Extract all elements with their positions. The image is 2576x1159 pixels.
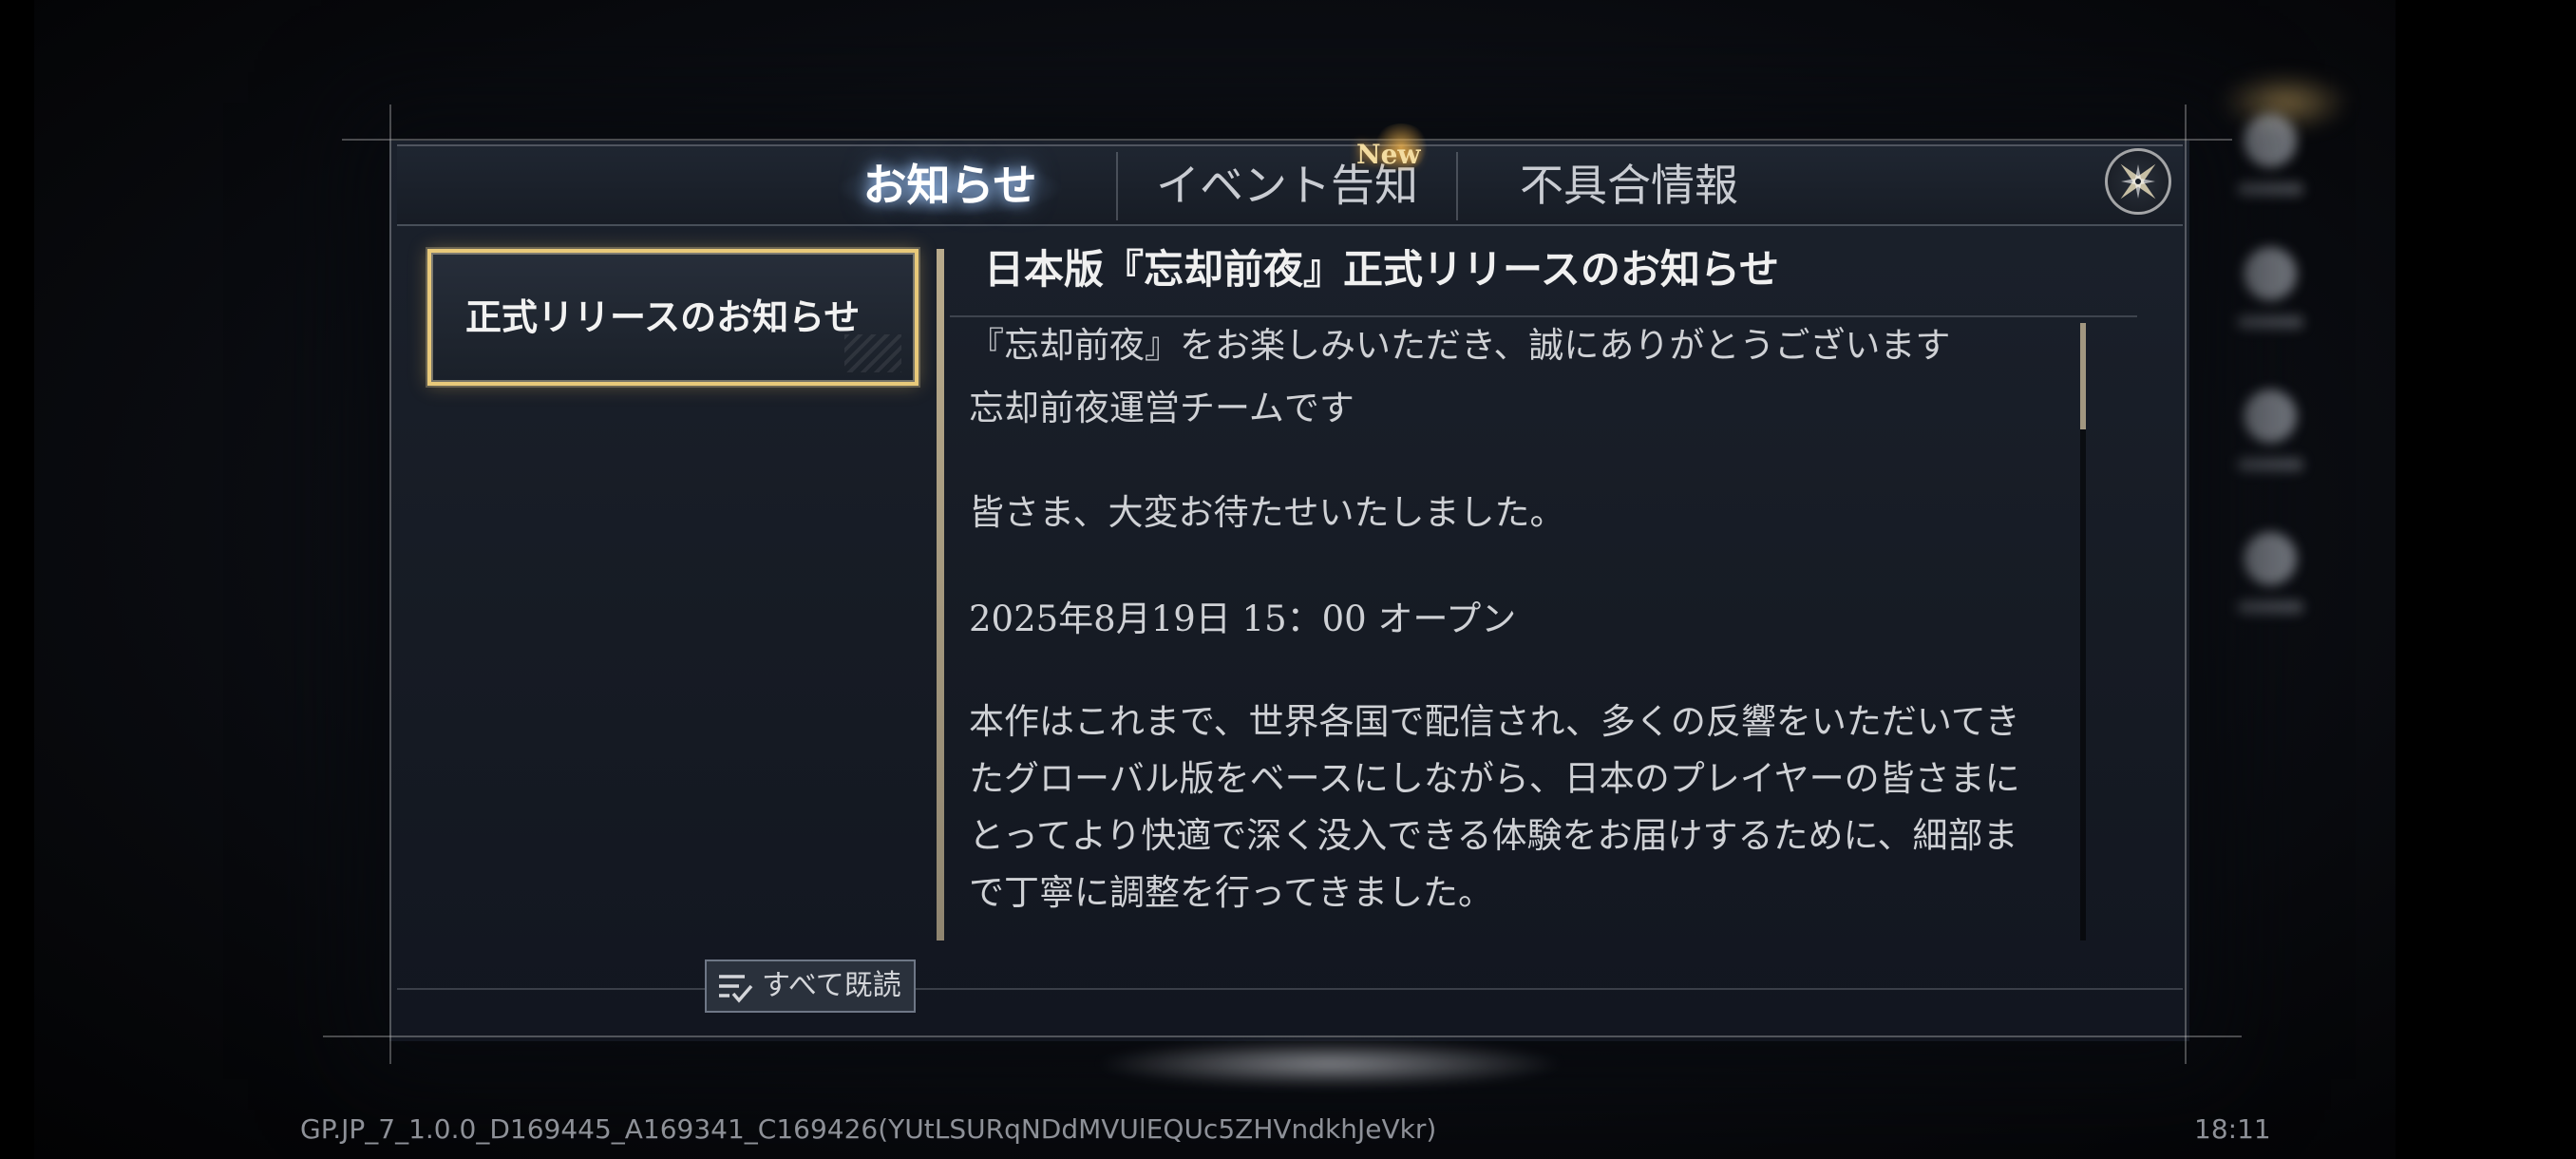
content-divider [937, 249, 944, 940]
side-menu-item [2223, 114, 2318, 218]
bottom-light-glow [1092, 1040, 1567, 1088]
clock-time: 18:11 [2194, 1113, 2271, 1145]
letterbox-left [0, 0, 34, 1159]
frame-left-line [389, 104, 391, 1064]
article-line: 『忘却前夜』をお楽しみいただき、誠にありがとうございます [969, 325, 1951, 366]
side-menu-item [2223, 532, 2318, 636]
version-string: GP.JP_7_1.0.0_D169445_A169341_C169426(YU… [300, 1113, 1437, 1145]
article-line: 本作はこれまで、世界各国で配信され、多くの反響をいただいてき [969, 701, 2020, 742]
article-scrollbar-thumb[interactable] [2080, 323, 2086, 429]
side-menu-item [2223, 390, 2318, 494]
frame-right-line [2185, 104, 2187, 1064]
compass-close-icon [2120, 163, 2156, 200]
game-screen: お知らせ イベント告知 New 不具合情報 正式リリースのお知らせ 日本版『忘却… [0, 0, 2576, 1159]
article-line: 皆さま、大変お待たせいたしました。 [969, 492, 1565, 533]
mark-all-read-button[interactable]: すべて既読 [705, 960, 916, 1013]
tab-separator [1116, 152, 1118, 220]
tab-notices[interactable]: お知らせ [836, 152, 1064, 218]
article-line: とってより快適で深く没入できる体験をお届けするために、細部ま [969, 815, 2018, 856]
article-line: たグローバル版をベースにしながら、日本のプレイヤーの皆さまに [969, 758, 2020, 799]
notice-list-item-release[interactable]: 正式リリースのお知らせ [427, 249, 919, 386]
article-body[interactable]: 『忘却前夜』をお楽しみいただき、誠にありがとうございます 忘却前夜運営チームです… [969, 314, 2071, 940]
bottom-divider [397, 988, 2183, 990]
mark-all-read-label: すべて既読 [762, 969, 901, 1002]
article-line: 忘却前夜運営チームです [969, 388, 1354, 428]
read-all-icon [719, 975, 753, 1003]
list-item-stripe-decoration [844, 334, 901, 372]
side-menu-item [2223, 247, 2318, 352]
list-item-label: 正式リリースのお知らせ [465, 295, 861, 338]
close-button[interactable] [2105, 148, 2171, 215]
tab-bug-info[interactable]: 不具合情報 [1491, 152, 1767, 218]
article-line: 2025年8月19日 15：00 オープン [969, 598, 1517, 639]
background-side-menu [2185, 57, 2356, 684]
frame-bottom-line [323, 1036, 2242, 1037]
letterbox-right [2396, 0, 2576, 1159]
article-title: 日本版『忘却前夜』正式リリースのお知らせ [984, 246, 1780, 293]
article-line: で丁寧に調整を行ってきました。 [969, 872, 1494, 913]
tab-separator [1456, 152, 1458, 220]
frame-top-line [342, 139, 2232, 141]
new-badge: New [1356, 139, 1421, 170]
